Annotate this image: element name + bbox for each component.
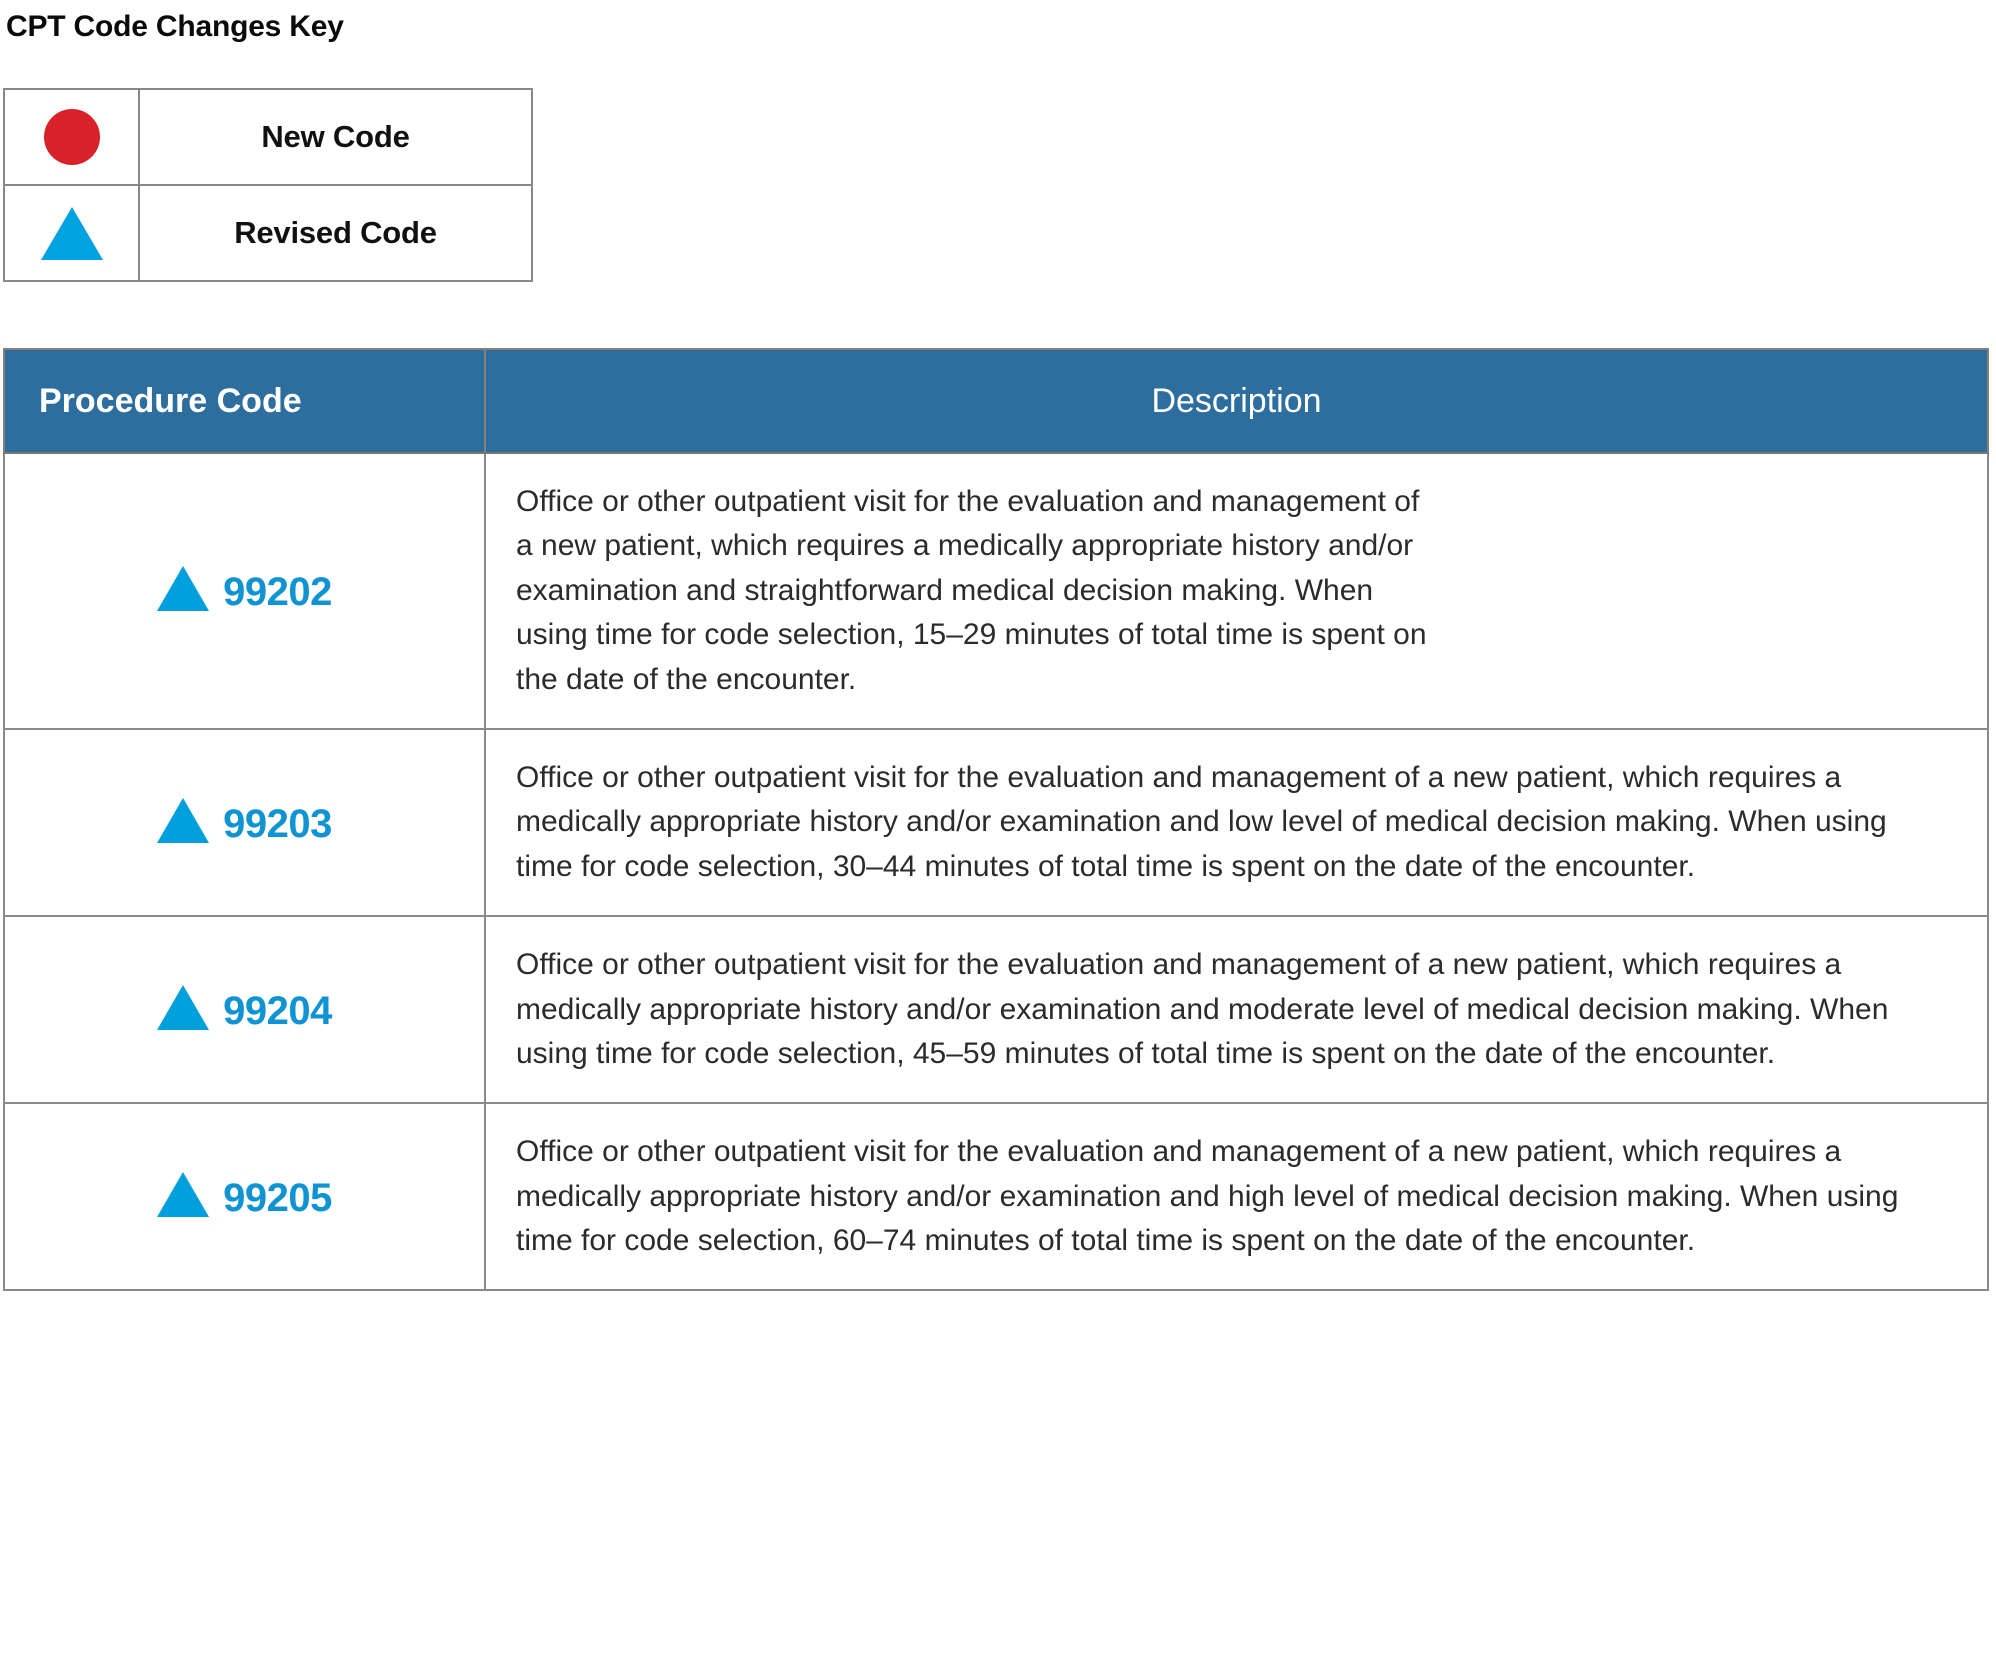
legend-symbol-cell-new-code bbox=[3, 88, 140, 186]
cpt-code-changes-page: CPT Code Changes Key New Code Revised Co… bbox=[0, 0, 1996, 1667]
procedure-code-value: 99205 bbox=[223, 1176, 332, 1221]
new-code-circle-icon bbox=[43, 109, 100, 165]
legend-symbol-cell-revised-code bbox=[3, 184, 140, 282]
procedure-code-cell: 99204 bbox=[3, 915, 486, 1105]
description-cell: Office or other outpatient visit for the… bbox=[484, 1102, 1989, 1292]
legend-row-new-code: New Code bbox=[3, 88, 533, 186]
description-cell: Office or other outpatient visit for the… bbox=[484, 452, 1989, 730]
table-header: Procedure Code Description bbox=[3, 348, 1989, 454]
table-row: 99202 Office or other outpatient visit f… bbox=[3, 452, 1989, 730]
procedure-code-value: 99204 bbox=[223, 989, 332, 1034]
procedure-code-value: 99203 bbox=[223, 802, 332, 847]
revised-code-triangle-icon bbox=[157, 566, 210, 612]
revised-code-triangle-icon bbox=[157, 1172, 210, 1218]
procedure-code-value: 99202 bbox=[223, 570, 332, 615]
procedure-code-cell: 99202 bbox=[3, 452, 486, 730]
page-title: CPT Code Changes Key bbox=[6, 10, 344, 43]
procedure-code-cell: 99203 bbox=[3, 727, 486, 918]
column-header-description: Description bbox=[484, 348, 1989, 454]
revised-code-triangle-icon bbox=[157, 798, 210, 844]
procedure-code-cell: 99205 bbox=[3, 1102, 486, 1292]
table-row: 99203 Office or other outpatient visit f… bbox=[3, 727, 1989, 918]
column-header-procedure-code: Procedure Code bbox=[3, 348, 486, 454]
cpt-code-changes-key-legend: New Code Revised Code bbox=[3, 88, 533, 282]
procedure-code-table: Procedure Code Description 99202 Office … bbox=[3, 348, 1989, 1292]
legend-label-new-code: New Code bbox=[138, 88, 533, 186]
revised-code-triangle-icon bbox=[157, 985, 210, 1031]
description-cell: Office or other outpatient visit for the… bbox=[484, 915, 1989, 1105]
revised-code-triangle-icon bbox=[40, 206, 103, 260]
legend-row-revised-code: Revised Code bbox=[3, 184, 533, 282]
table-body: 99202 Office or other outpatient visit f… bbox=[3, 452, 1989, 1292]
description-cell: Office or other outpatient visit for the… bbox=[484, 727, 1989, 918]
table-row: 99204 Office or other outpatient visit f… bbox=[3, 915, 1989, 1105]
table-row: 99205 Office or other outpatient visit f… bbox=[3, 1102, 1989, 1292]
legend-label-revised-code: Revised Code bbox=[138, 184, 533, 282]
table-header-row: Procedure Code Description bbox=[3, 348, 1989, 454]
